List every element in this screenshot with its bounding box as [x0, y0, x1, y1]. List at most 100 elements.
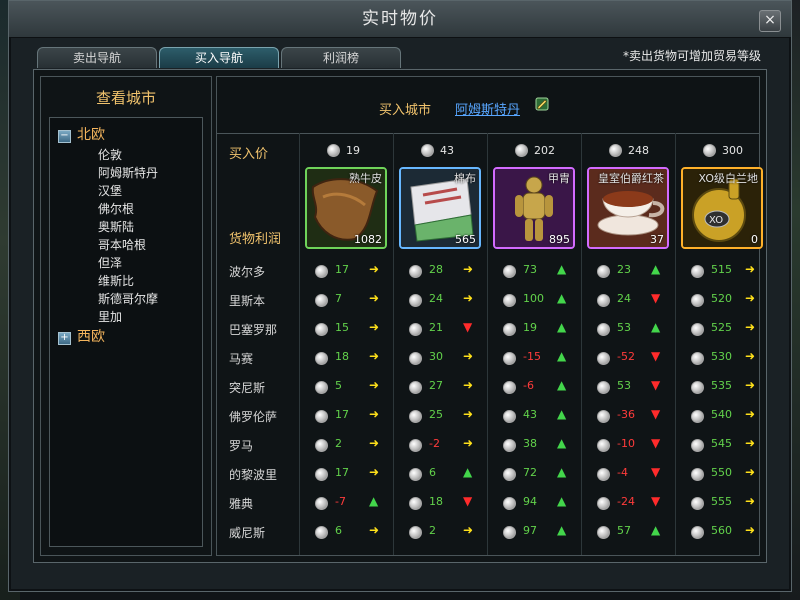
profit-cell: 19 ▲	[489, 319, 581, 339]
profit-cell: 30 ➜	[395, 348, 487, 368]
profit-cell: -24 ▼	[583, 493, 675, 513]
sidebar-city-item[interactable]: 汉堡	[98, 182, 122, 199]
profit-value: 73	[523, 263, 537, 276]
trend-up-arrow-icon: ▲	[651, 320, 661, 334]
sidebar-city-item[interactable]: 斯德哥尔摩	[98, 290, 158, 307]
profit-value: 530	[711, 350, 732, 363]
trend-flat-arrow-icon: ➜	[369, 291, 380, 305]
profit-cell: 15 ➜	[301, 319, 393, 339]
silver-coin-icon	[691, 468, 704, 481]
profit-cell: 23 ▲	[583, 261, 675, 281]
silver-coin-icon	[315, 381, 328, 394]
trend-up-arrow-icon: ▲	[557, 523, 567, 537]
collapse-minus-icon[interactable]: −	[58, 130, 71, 143]
silver-coin-icon	[597, 526, 610, 539]
region-label: 西欧	[77, 329, 105, 345]
silver-coin-icon	[503, 497, 516, 510]
trend-down-arrow-icon: ▼	[651, 494, 661, 508]
profit-value: 25	[429, 408, 443, 421]
silver-coin-icon	[421, 143, 434, 157]
silver-coin-icon	[503, 323, 516, 336]
sidebar-city-item[interactable]: 里加	[98, 308, 122, 325]
silver-coin-icon	[691, 294, 704, 307]
trend-up-arrow-icon: ▲	[557, 291, 567, 305]
goods-card[interactable]: 棉布 565	[399, 167, 481, 249]
silver-coin-icon	[315, 294, 328, 307]
close-button[interactable]: ×	[759, 10, 781, 32]
expand-plus-icon[interactable]: +	[58, 332, 71, 345]
sidebar-city-item[interactable]: 伦敦	[98, 146, 122, 163]
column-separator	[487, 133, 488, 555]
profit-value: 555	[711, 495, 732, 508]
buy-price: 300	[703, 143, 743, 157]
profit-cell: 27 ➜	[395, 377, 487, 397]
silver-coin-icon	[691, 526, 704, 539]
region-node-west-europe[interactable]: + 西欧	[58, 326, 105, 346]
profit-cell: 530 ➜	[677, 348, 769, 368]
buy-price-value: 300	[722, 143, 743, 157]
silver-coin-icon	[609, 143, 622, 157]
sidebar-title: 查看城市	[95, 89, 156, 107]
region-node-north-europe[interactable]: − 北欧	[58, 124, 105, 144]
silver-coin-icon	[409, 410, 422, 423]
silver-coin-icon	[409, 265, 422, 278]
buy-city-link[interactable]: 阿姆斯特丹	[455, 99, 520, 118]
profit-cell: 97 ▲	[489, 522, 581, 542]
profit-cell: 94 ▲	[489, 493, 581, 513]
sidebar-city-item[interactable]: 佛尔根	[98, 200, 134, 217]
buy-price: 202	[515, 143, 555, 157]
profit-value: -10	[617, 437, 635, 450]
profit-cell: -7 ▲	[301, 493, 393, 513]
sidebar-city-item[interactable]: 维斯比	[98, 272, 134, 289]
trend-flat-arrow-icon: ➜	[369, 407, 380, 421]
profit-value: 5	[335, 379, 342, 392]
goods-quantity: 895	[549, 233, 570, 246]
profit-label: 货物利润	[229, 232, 282, 247]
goods-card[interactable]: 熟牛皮 1082	[305, 167, 387, 249]
silver-coin-icon	[503, 439, 516, 452]
trend-flat-arrow-icon: ➜	[745, 349, 756, 363]
trend-flat-arrow-icon: ➜	[463, 378, 474, 392]
profit-cell: 17 ➜	[301, 406, 393, 426]
silver-coin-icon	[597, 352, 610, 365]
buy-price-value: 248	[628, 143, 649, 157]
trend-down-arrow-icon: ▼	[651, 378, 661, 392]
silver-coin-icon	[691, 410, 704, 423]
trend-up-arrow-icon: ▲	[369, 494, 379, 508]
trend-up-arrow-icon: ▲	[557, 378, 567, 392]
profit-cell: -2 ➜	[395, 435, 487, 455]
profit-value: 100	[523, 292, 544, 305]
tab-sell-navigation[interactable]: 卖出导航	[37, 47, 157, 68]
profit-value: 17	[335, 466, 349, 479]
profit-cell: 555 ➜	[677, 493, 769, 513]
tab-profit-ranking[interactable]: 利润榜	[281, 47, 401, 68]
sidebar-city-item[interactable]: 但泽	[98, 254, 122, 271]
sidebar-city-item[interactable]: 哥本哈根	[98, 236, 146, 253]
buy-city-header: 买入城市 阿姆斯特丹	[217, 77, 759, 134]
goods-card[interactable]: XO XO级白兰地 0	[681, 167, 763, 249]
profit-value: 2	[429, 524, 436, 537]
destination-city-label: 里斯本	[229, 294, 266, 308]
silver-coin-icon	[597, 381, 610, 394]
profit-cell: 520 ➜	[677, 290, 769, 310]
goods-card[interactable]: 皇室伯爵红茶 37	[587, 167, 669, 249]
sidebar-city-item[interactable]: 阿姆斯特丹	[98, 164, 158, 181]
profit-value: 7	[335, 292, 342, 305]
profit-cell: 28 ➜	[395, 261, 487, 281]
profit-cell: 43 ▲	[489, 406, 581, 426]
trend-up-arrow-icon: ▲	[557, 494, 567, 508]
goods-quantity: 565	[455, 233, 476, 246]
tab-buy-navigation[interactable]: 买入导航	[159, 47, 279, 68]
silver-coin-icon	[409, 323, 422, 336]
goods-card[interactable]: 甲胄 895	[493, 167, 575, 249]
trend-up-arrow-icon: ▲	[557, 407, 567, 421]
window-titlebar[interactable]: 实时物价 ×	[9, 1, 791, 38]
sidebar-city-item[interactable]: 奥斯陆	[98, 218, 134, 235]
destination-city-label: 的黎波里	[229, 468, 278, 482]
close-icon: ×	[764, 12, 776, 28]
profit-cell: 17 ➜	[301, 464, 393, 484]
silver-coin-icon	[503, 294, 516, 307]
edit-location-icon[interactable]	[535, 97, 549, 111]
profit-cell: 515 ➜	[677, 261, 769, 281]
destination-city-label: 巴塞罗那	[229, 323, 278, 337]
